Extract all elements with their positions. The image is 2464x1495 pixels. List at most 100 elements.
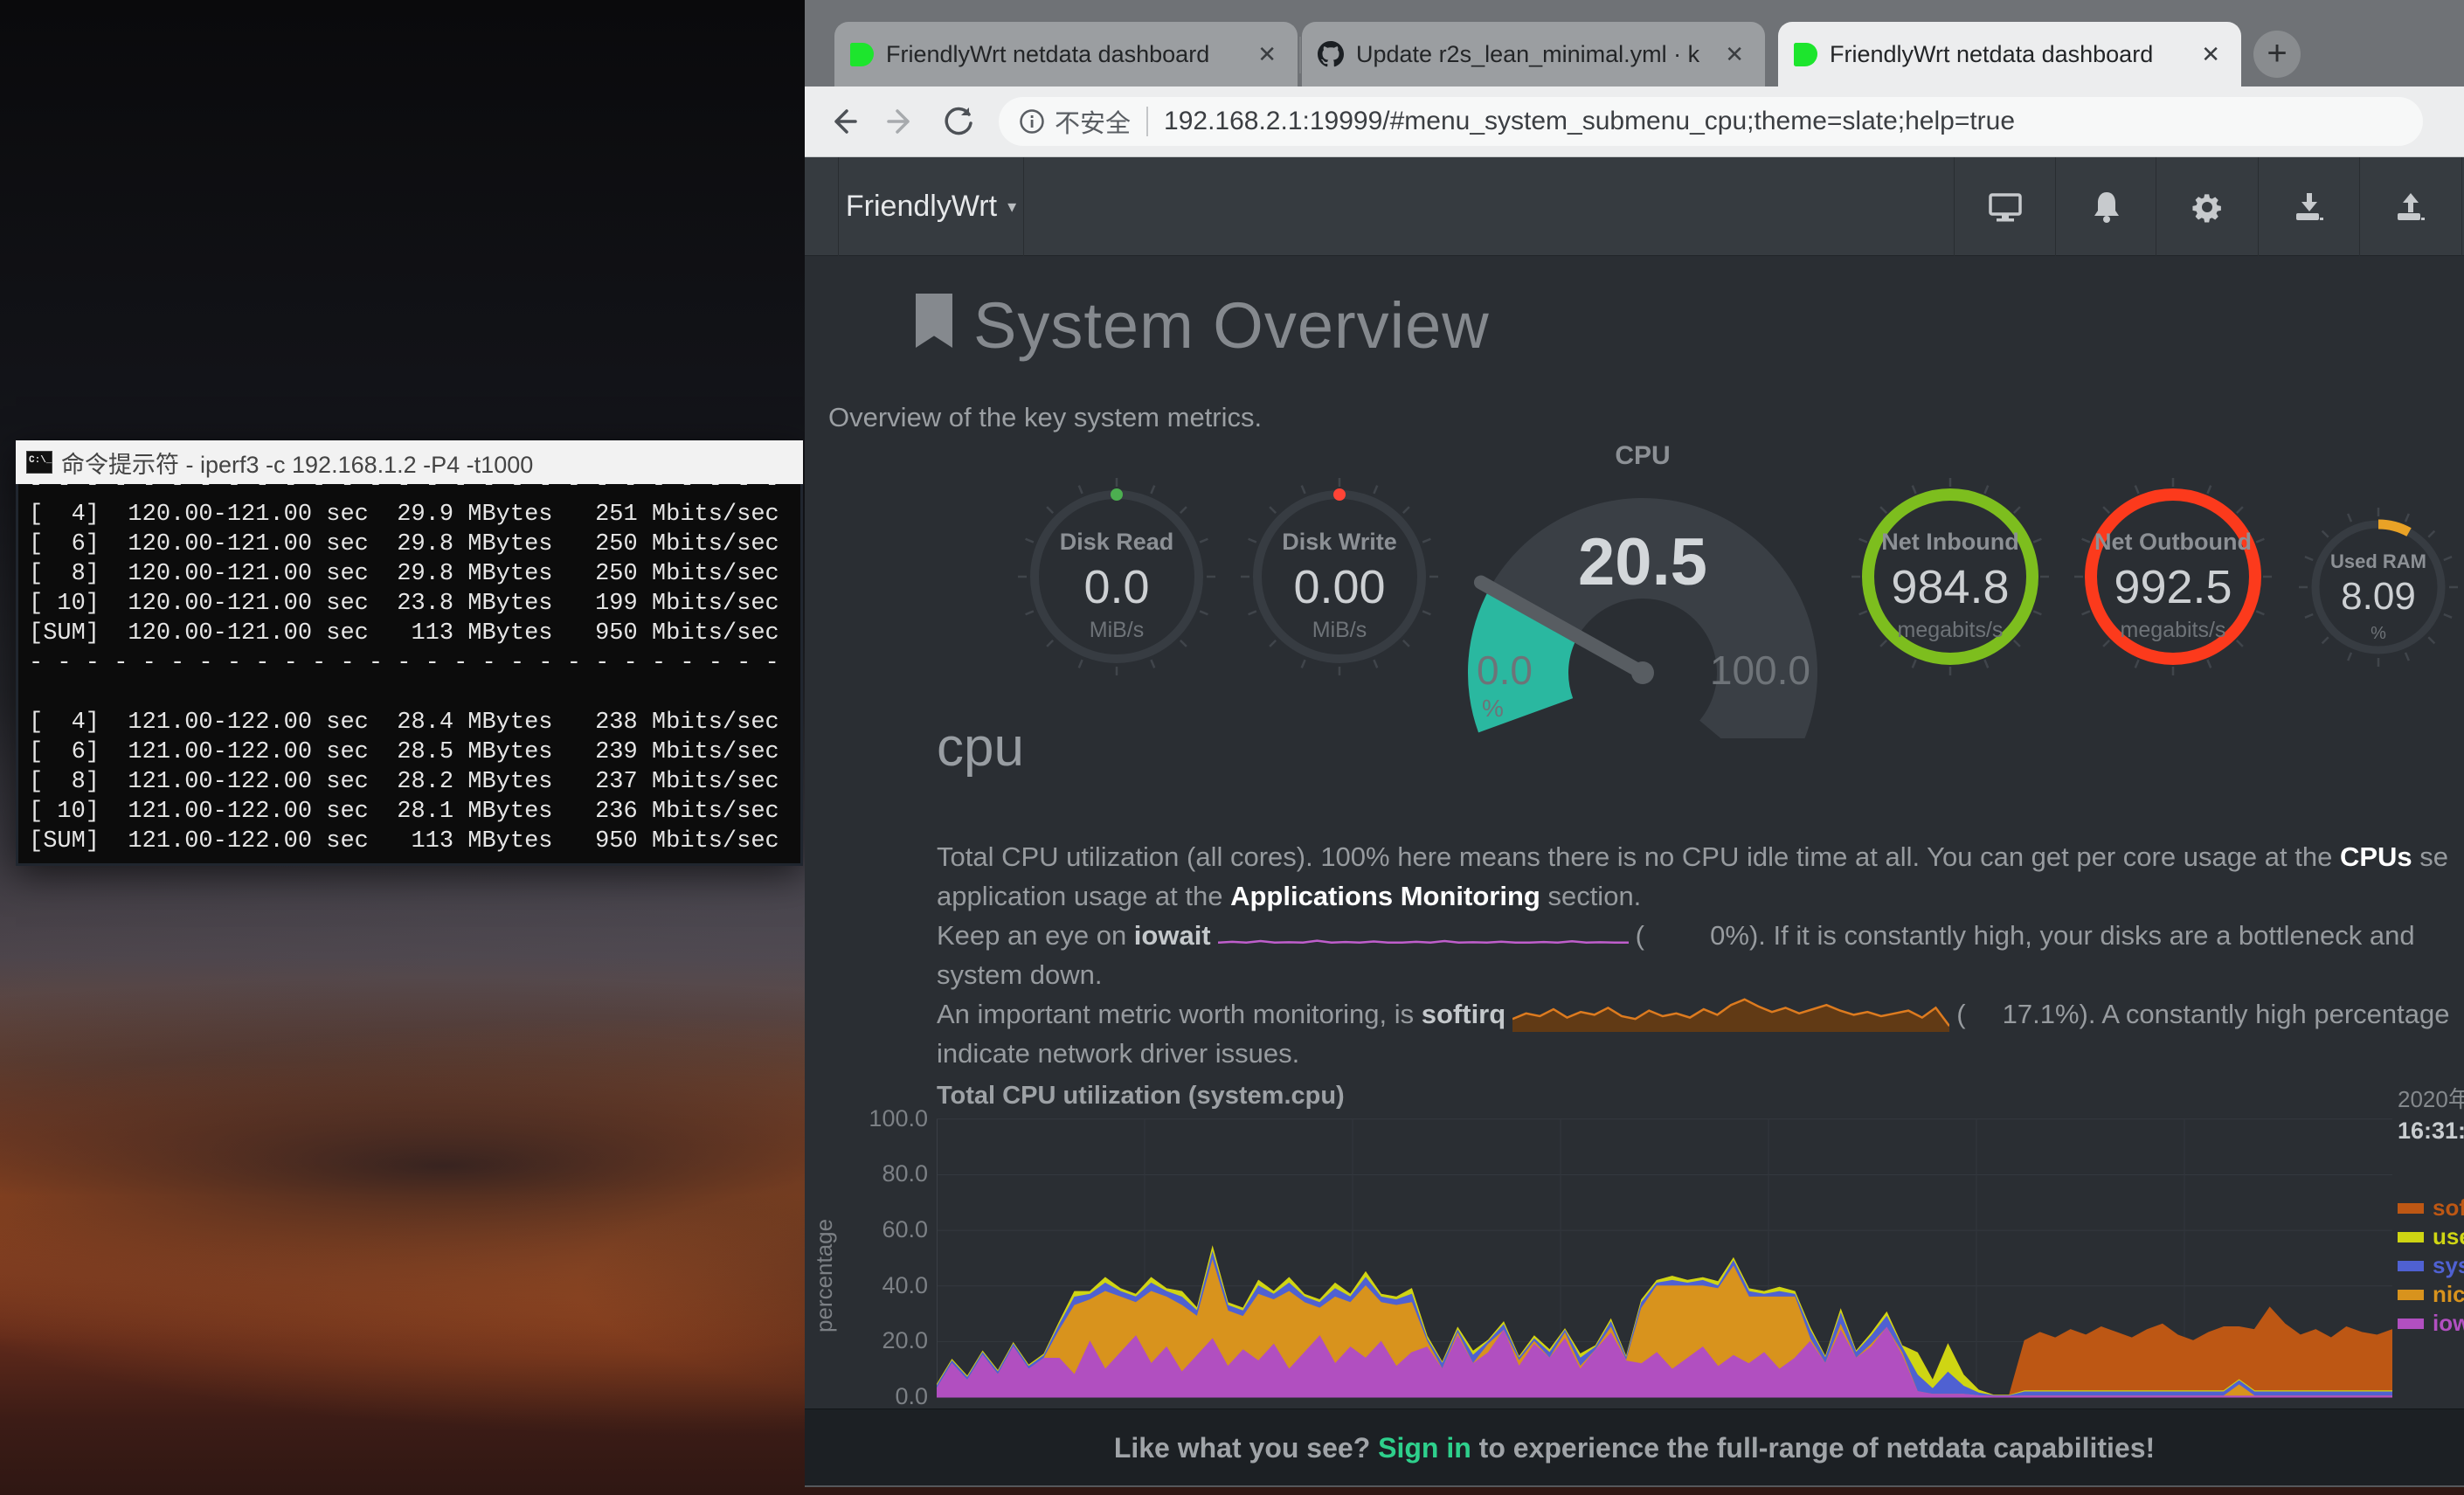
legend-label: nice (2433, 1281, 2464, 1308)
legend-item-nice[interactable]: nice (2398, 1280, 2464, 1309)
legend-item-softirq[interactable]: softirq (2398, 1194, 2464, 1222)
terminal-window[interactable]: 命令提示符 - iperf3 -c 192.168.1.2 -P4 -t1000… (16, 440, 803, 866)
gauge-value: 0.0 (1007, 560, 1226, 614)
paragraph-line: An important metric worth monitoring, is… (937, 994, 2464, 1034)
gauge-net-inbound[interactable]: Net Inbound 984.8 megabits/s (1841, 467, 2059, 686)
gauge-label: Disk Write (1230, 529, 1449, 556)
tab-friendlywrt-2-active[interactable]: FriendlyWrt netdata dashboard ✕ (1778, 22, 2241, 87)
host-name: FriendlyWrt (846, 190, 997, 224)
chart-date: 2020年3 (2398, 1082, 2464, 1114)
tab-title: FriendlyWrt netdata dashboard (1830, 41, 2184, 68)
chart-time: 16:31:2 (2398, 1118, 2464, 1145)
legend-label: softirq (2433, 1194, 2464, 1222)
terminal-line: - - - - - - - - - - - - - - - - - - - - … (29, 648, 790, 678)
security-label: 不安全 (1055, 103, 1131, 140)
divider (1146, 107, 1148, 136)
alarms-button[interactable] (2056, 157, 2156, 256)
gauge-unit: % (2291, 624, 2464, 644)
refresh-icon[interactable] (939, 102, 978, 141)
bookmark-icon (916, 294, 952, 348)
section-title-cpu: cpu (937, 716, 1024, 779)
softirq-value: 17.1% (1966, 994, 2080, 1034)
gauge-unit: MiB/s (1230, 618, 1449, 643)
iowait-sparkline[interactable] (1218, 927, 1629, 948)
chart-yticks: 100.080.060.040.020.00.0 (830, 1106, 928, 1408)
gauge-disk-write[interactable]: Disk Write 0.00 MiB/s (1230, 467, 1449, 686)
legend-item-system[interactable]: system (2398, 1251, 2464, 1280)
terminal-titlebar[interactable]: 命令提示符 - iperf3 -c 192.168.1.2 -P4 -t1000 (16, 440, 803, 484)
tab-close-icon[interactable]: ✕ (2196, 41, 2225, 68)
export-button[interactable] (2360, 157, 2461, 256)
security-chip[interactable]: 不安全 (1018, 103, 1131, 140)
terminal-line: [ 4] 121.00-122.00 sec 28.4 MBytes 238 M… (29, 708, 790, 737)
legend-label: iowait (2433, 1310, 2464, 1337)
nodes-view-button[interactable] (1955, 157, 2055, 256)
netdata-favicon (850, 43, 874, 66)
new-tab-button[interactable]: + (2253, 31, 2301, 78)
legend-swatch (2398, 1203, 2424, 1214)
gauge-label: Net Outbound (2064, 529, 2282, 556)
netdata-navbar: FriendlyWrt ▾ (805, 157, 2464, 256)
gauge-value: 984.8 (1841, 560, 2059, 614)
terminal-line: - - - - - - - - - - - - - - - - - - - - … (29, 484, 790, 500)
paragraph-line: indicate network driver issues. (937, 1034, 2464, 1073)
bell-icon (2088, 189, 2125, 225)
iowait-value: 0% (1644, 916, 1749, 955)
gauge-max: 100.0 (1710, 647, 1810, 694)
info-icon (1018, 107, 1046, 135)
tab-close-icon[interactable]: ✕ (1720, 41, 1749, 68)
cpu-stacked-area-chart[interactable] (937, 1106, 2392, 1408)
legend-swatch (2398, 1319, 2424, 1329)
paragraph-line: application usage at the Applications Mo… (937, 876, 2464, 916)
page-title: System Overview (973, 288, 1490, 363)
terminal-line: [ 6] 121.00-122.00 sec 28.5 MBytes 239 M… (29, 737, 790, 767)
divider (1023, 157, 1024, 256)
gauge-disk-read[interactable]: Disk Read 0.0 MiB/s (1007, 467, 1226, 686)
github-icon (1318, 41, 1344, 67)
gauge-unit: MiB/s (1007, 618, 1226, 643)
settings-button[interactable] (2156, 157, 2257, 256)
chevron-down-icon: ▾ (1007, 196, 1016, 218)
upload-icon (2392, 189, 2429, 225)
terminal-line: [SUM] 120.00-121.00 sec 113 MBytes 950 M… (29, 619, 790, 648)
paragraph-line: Total CPU utilization (all cores). 100% … (937, 837, 2464, 876)
tab-title: FriendlyWrt netdata dashboard (886, 41, 1240, 68)
tab-github[interactable]: Update r2s_lean_minimal.yml · k ✕ (1302, 22, 1765, 87)
terminal-line: [ 4] 120.00-121.00 sec 29.9 MBytes 251 M… (29, 500, 790, 529)
gauge-min: 0.0 (1477, 647, 1533, 694)
gauge-value: 8.09 (2291, 575, 2464, 619)
terminal-line (29, 678, 790, 708)
terminal-line: [ 10] 121.00-122.00 sec 28.1 MBytes 236 … (29, 797, 790, 827)
gauge-used-ram[interactable]: Used RAM 8.09 % (2291, 500, 2464, 675)
terminal-line: [ 8] 121.00-122.00 sec 28.2 MBytes 237 M… (29, 767, 790, 797)
gauge-cpu[interactable]: CPU 20.5 0.0 100.0 % (1450, 441, 1835, 730)
link-cpus[interactable]: CPUs (2340, 841, 2412, 872)
softirq-sparkline[interactable] (1512, 995, 1949, 1034)
cmd-icon (26, 451, 52, 474)
gauge-net-outbound[interactable]: Net Outbound 992.5 megabits/s (2064, 467, 2282, 686)
signin-link[interactable]: Sign in (1378, 1432, 1471, 1464)
gear-icon (2189, 189, 2225, 225)
import-button[interactable] (2259, 157, 2359, 256)
legend-label: user (2433, 1223, 2464, 1250)
host-dropdown[interactable]: FriendlyWrt ▾ (839, 157, 1023, 256)
legend-item-user[interactable]: user (2398, 1222, 2464, 1251)
gauge-unit: megabits/s (2064, 618, 2282, 643)
paragraph-line: Keep an eye on iowait(0%). If it is cons… (937, 916, 2464, 955)
terminal-line: [SUM] 121.00-122.00 sec 113 MBytes 950 M… (29, 827, 790, 856)
y-tick-label: 60.0 (830, 1216, 928, 1243)
legend-item-iowait[interactable]: iowait (2398, 1309, 2464, 1338)
chart-legend: 2020年3 16:31:2 softirqusersystemniceiowa… (2398, 1082, 2464, 1338)
terminal-output[interactable]: - - - - - - - - - - - - - - - - - - - - … (16, 484, 803, 866)
url-text: 192.168.2.1:19999/#menu_system_submenu_c… (1164, 107, 2015, 136)
forward-icon[interactable] (882, 102, 920, 141)
gauge-value: 0.00 (1230, 560, 1449, 614)
tab-close-icon[interactable]: ✕ (1252, 41, 1282, 68)
download-icon (2291, 189, 2328, 225)
back-icon[interactable] (824, 102, 862, 141)
link-applications-monitoring[interactable]: Applications Monitoring (1230, 881, 1540, 911)
browser-toolbar: 不安全 192.168.2.1:19999/#menu_system_subme… (805, 87, 2464, 157)
address-bar[interactable]: 不安全 192.168.2.1:19999/#menu_system_subme… (999, 97, 2423, 146)
tab-separator (1299, 37, 1301, 73)
tab-friendlywrt-1[interactable]: FriendlyWrt netdata dashboard ✕ (834, 22, 1298, 87)
